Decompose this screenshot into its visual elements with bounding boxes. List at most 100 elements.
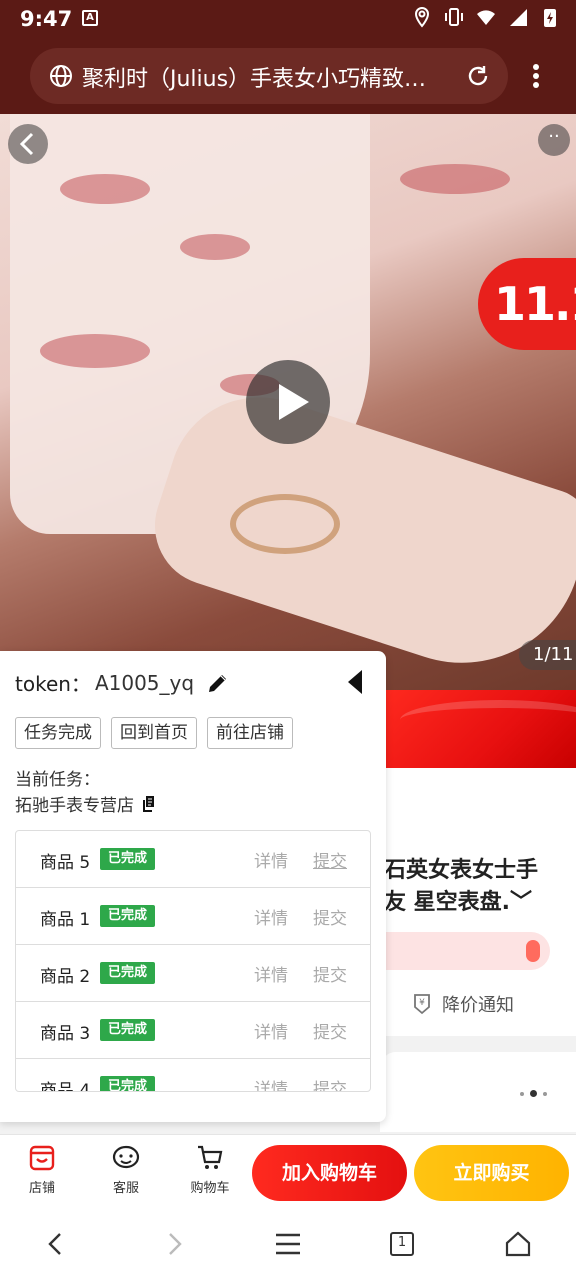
browser-nav-bar: 1 bbox=[0, 1206, 576, 1280]
tab-shop-label: 店铺 bbox=[28, 1181, 55, 1196]
task-panel: token： A1005_yq 任务完成 回到首页 前往店铺 当前任务： 拓驰手… bbox=[0, 651, 386, 1122]
carousel-dot-active bbox=[530, 1090, 537, 1097]
wifi-icon bbox=[477, 10, 495, 25]
back-nav-icon[interactable] bbox=[40, 1228, 72, 1260]
menu-icon[interactable] bbox=[272, 1228, 304, 1260]
add-to-cart-button[interactable]: 加入购物车 bbox=[252, 1145, 407, 1201]
play-button[interactable] bbox=[246, 360, 330, 444]
carousel-dot bbox=[520, 1091, 524, 1096]
status-bar: 9:47 A bbox=[0, 0, 576, 38]
carousel-dots bbox=[520, 1090, 547, 1097]
more-vert-icon[interactable] bbox=[524, 60, 548, 92]
task-name: 商品 4 bbox=[40, 1081, 91, 1092]
battery-charging-icon bbox=[544, 9, 556, 27]
token-label: token： bbox=[15, 672, 91, 696]
task-row: 商品 4 已完成 详情 提交 bbox=[16, 1059, 370, 1092]
forward-nav-icon[interactable] bbox=[158, 1228, 190, 1260]
url-title[interactable]: 聚利时（Julius）手表女小巧精致… bbox=[82, 61, 452, 93]
task-detail-link[interactable]: 详情 bbox=[254, 961, 288, 986]
product-image[interactable]: ·· 11.11 1/11 bbox=[0, 114, 576, 690]
globe-icon bbox=[50, 65, 72, 87]
url-bar[interactable]: 聚利时（Julius）手表女小巧精致… bbox=[30, 48, 508, 104]
task-row: 商品 5 已完成 详情 提交 bbox=[16, 831, 370, 888]
promo-stripe bbox=[400, 700, 576, 740]
tab-customer-service[interactable]: 客服 bbox=[96, 1143, 156, 1196]
status-icons bbox=[412, 6, 560, 28]
task-submit-link[interactable]: 提交 bbox=[313, 1075, 347, 1091]
promo-1111-badge[interactable]: 11.11 bbox=[478, 258, 576, 350]
arm-graphic bbox=[139, 374, 576, 690]
task-name: 商品 1 bbox=[40, 910, 91, 930]
status-badge: 已完成 bbox=[100, 905, 156, 927]
panel-button-row: 任务完成 回到首页 前往店铺 bbox=[15, 717, 293, 749]
status-badge: 已完成 bbox=[100, 848, 156, 870]
coupon-dot bbox=[526, 940, 540, 962]
task-submit-link[interactable]: 提交 bbox=[313, 847, 347, 872]
tab-count: 1 bbox=[397, 1235, 407, 1250]
status-time: 9:47 bbox=[20, 7, 73, 31]
floral-pattern bbox=[40, 334, 150, 368]
svg-text:¥: ¥ bbox=[419, 998, 425, 1008]
browser-toolbar: 聚利时（Julius）手表女小巧精致… bbox=[0, 38, 576, 114]
task-name: 商品 3 bbox=[40, 1024, 91, 1044]
tab-cart[interactable]: 购物车 bbox=[180, 1143, 240, 1196]
collapse-panel-icon[interactable] bbox=[344, 667, 368, 697]
tab-customer-service-label: 客服 bbox=[112, 1181, 139, 1196]
task-name: 商品 5 bbox=[40, 853, 91, 873]
task-table: 商品 5 已完成 详情 提交 商品 1 已完成 详情 提交 商品 2 已完成 详… bbox=[15, 830, 371, 1092]
tab-shop[interactable]: 店铺 bbox=[12, 1143, 72, 1196]
copy-icon[interactable] bbox=[140, 794, 158, 814]
promo-banner[interactable] bbox=[380, 690, 576, 768]
task-submit-link[interactable]: 提交 bbox=[313, 961, 347, 986]
cart-icon bbox=[198, 1145, 223, 1169]
task-complete-button[interactable]: 任务完成 bbox=[15, 717, 101, 749]
play-icon bbox=[279, 384, 309, 420]
status-badge: 已完成 bbox=[100, 1076, 156, 1091]
token-row: token： A1005_yq bbox=[15, 668, 230, 697]
current-task-label: 当前任务： bbox=[15, 770, 100, 790]
price-alert-button[interactable]: ¥ 降价通知 bbox=[410, 991, 514, 1017]
reload-icon[interactable] bbox=[464, 62, 492, 90]
edit-pencil-icon[interactable] bbox=[206, 671, 230, 695]
bottom-action-bar: 店铺 客服 购物车 加入购物车 立即购买 bbox=[0, 1134, 576, 1206]
task-detail-link[interactable]: 详情 bbox=[254, 1018, 288, 1043]
task-row: 商品 3 已完成 详情 提交 bbox=[16, 1002, 370, 1059]
status-badge: 已完成 bbox=[100, 962, 156, 984]
shop-icon bbox=[29, 1145, 55, 1171]
back-home-button[interactable]: 回到首页 bbox=[111, 717, 197, 749]
back-icon[interactable] bbox=[8, 124, 48, 164]
floral-pattern bbox=[60, 174, 150, 204]
image-page-counter: 1/11 bbox=[519, 640, 576, 670]
signal-icon bbox=[510, 9, 527, 26]
task-row: 商品 1 已完成 详情 提交 bbox=[16, 888, 370, 945]
status-badge: 已完成 bbox=[100, 1019, 156, 1041]
product-title[interactable]: 石英女表女士手 友 星空表盘.﹀ bbox=[384, 855, 570, 919]
task-detail-link[interactable]: 详情 bbox=[254, 904, 288, 929]
task-detail-link[interactable]: 详情 bbox=[254, 847, 288, 872]
current-task-shop: 拓驰手表专营店 bbox=[15, 791, 158, 816]
home-icon[interactable] bbox=[502, 1228, 534, 1260]
watch-graphic bbox=[230, 494, 340, 554]
notification-icon: A bbox=[82, 10, 98, 26]
go-to-shop-button[interactable]: 前往店铺 bbox=[207, 717, 293, 749]
buy-now-button[interactable]: 立即购买 bbox=[414, 1145, 569, 1201]
coupon-bar[interactable] bbox=[380, 932, 550, 970]
floral-pattern bbox=[180, 234, 250, 260]
customer-service-icon bbox=[112, 1145, 140, 1169]
task-shop-name: 拓驰手表专营店 bbox=[15, 796, 134, 816]
task-name: 商品 2 bbox=[40, 967, 91, 987]
task-row: 商品 2 已完成 详情 提交 bbox=[16, 945, 370, 1002]
task-submit-link[interactable]: 提交 bbox=[313, 904, 347, 929]
price-alert-icon: ¥ bbox=[414, 994, 430, 1015]
task-detail-link[interactable]: 详情 bbox=[254, 1075, 288, 1091]
tabs-button[interactable]: 1 bbox=[386, 1228, 418, 1260]
floral-pattern bbox=[400, 164, 510, 194]
carousel-dot bbox=[543, 1091, 547, 1096]
task-submit-link[interactable]: 提交 bbox=[313, 1018, 347, 1043]
price-alert-label: 降价通知 bbox=[442, 995, 514, 1016]
location-icon bbox=[414, 6, 430, 28]
token-value: A1005_yq bbox=[94, 670, 195, 695]
tab-cart-label: 购物车 bbox=[190, 1181, 230, 1196]
vibrate-icon bbox=[445, 8, 463, 26]
more-icon[interactable]: ·· bbox=[538, 124, 570, 156]
